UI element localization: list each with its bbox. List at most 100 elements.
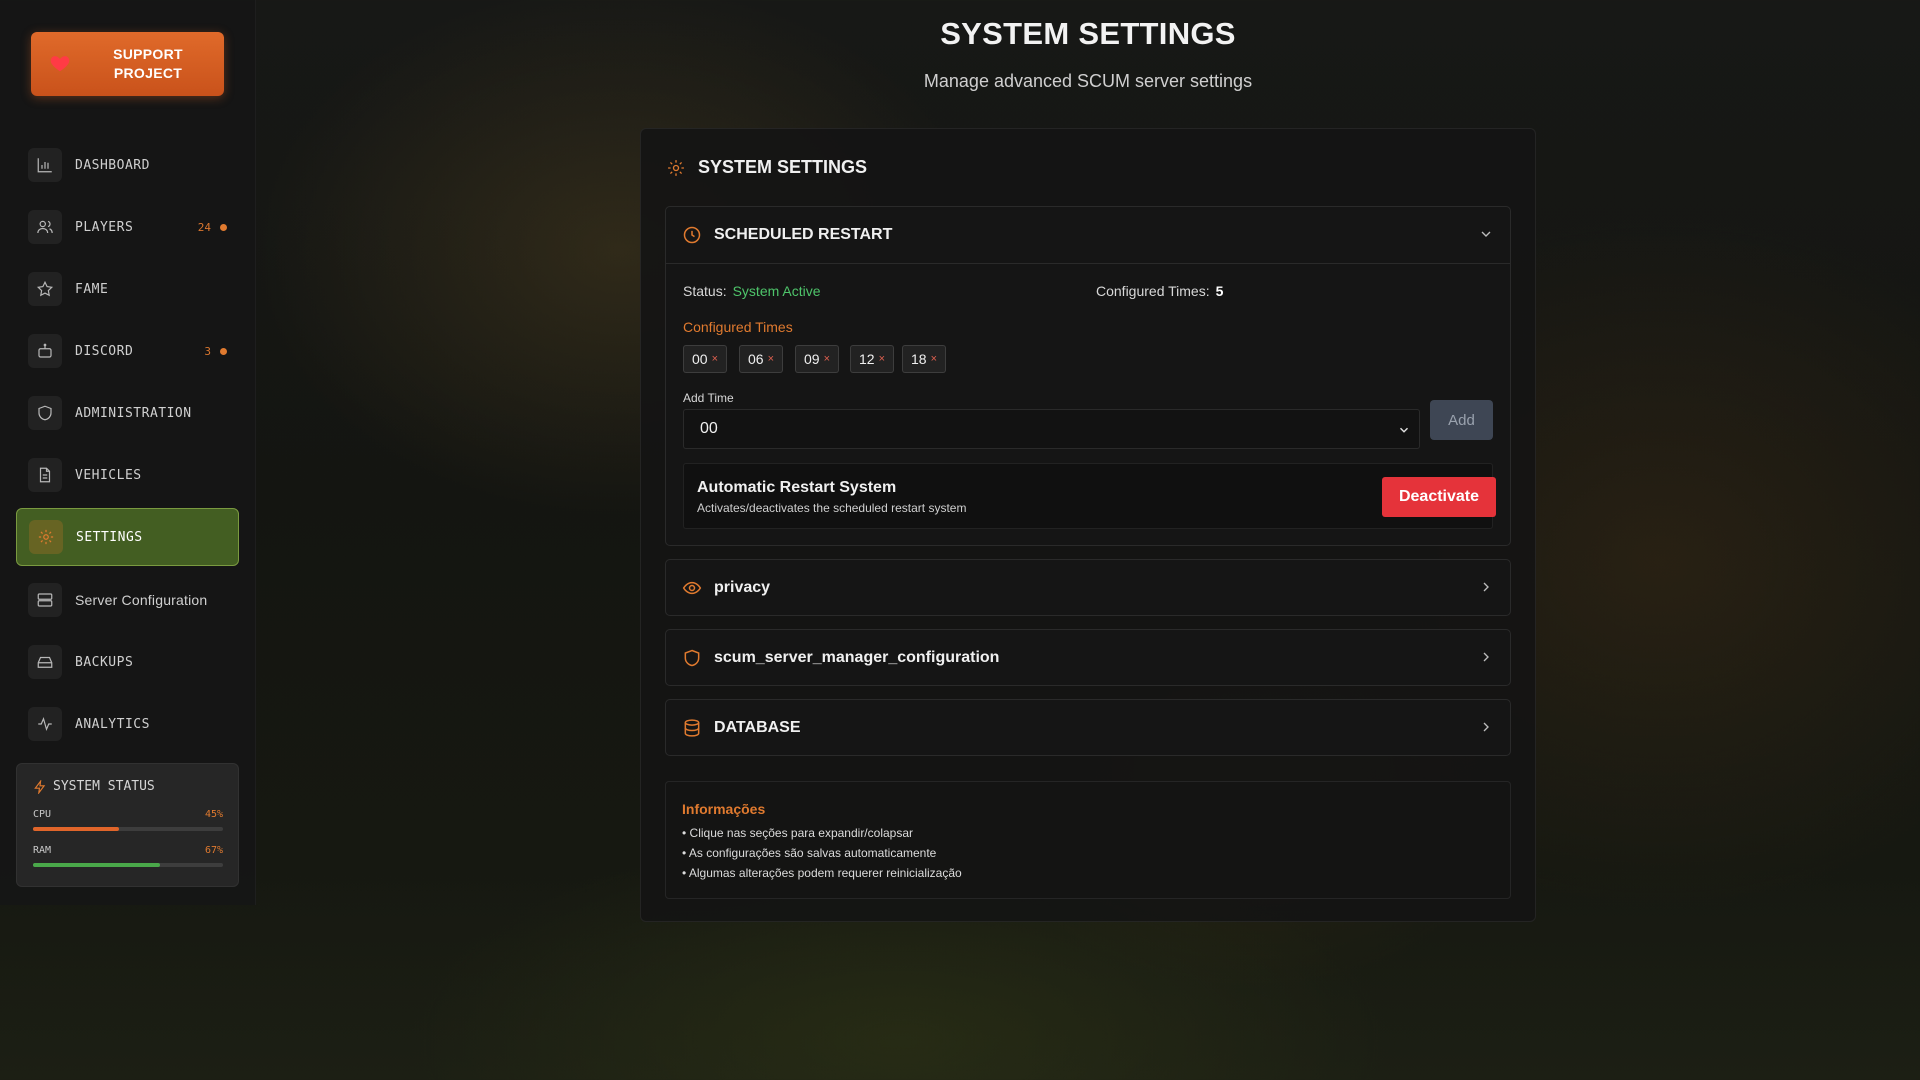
chevron-right-icon[interactable] <box>1478 649 1494 665</box>
sidebar: SUPPORT PROJECT DASHBOARD PLAYERS 24 FAM… <box>0 0 256 905</box>
sidebar-item-server-configuration[interactable]: Server Configuration <box>16 571 239 629</box>
database-title: DATABASE <box>714 719 801 736</box>
sidebar-item-analytics[interactable]: ANALYTICS <box>16 695 239 753</box>
server-manager-config-header[interactable]: scum_server_manager_configuration <box>666 630 1510 686</box>
ram-label: RAM <box>33 845 52 856</box>
cpu-value: 45% <box>204 809 223 820</box>
card-header: SYSTEM SETTINGS <box>666 157 867 178</box>
cpu-progress-fill <box>33 827 119 831</box>
gear-icon <box>668 159 684 176</box>
info-item: • Algumas alterações podem requerer rein… <box>682 866 962 880</box>
eye-icon <box>682 581 702 595</box>
chevron-right-icon[interactable] <box>1478 579 1494 595</box>
sidebar-item-label: ANALYTICS <box>75 716 150 732</box>
time-chip: 18 × <box>902 345 947 373</box>
automatic-restart-title: Automatic Restart System <box>697 479 897 496</box>
configured-times-label: Configured Times: <box>1096 283 1210 299</box>
system-status-panel: SYSTEM STATUS CPU 45% RAM 67% <box>16 763 239 887</box>
time-chip: 00 × <box>683 345 728 373</box>
notification-dot <box>220 223 227 231</box>
sidebar-item-backups[interactable]: BACKUPS <box>16 633 239 691</box>
time-chip: 09 × <box>795 345 840 373</box>
time-chip: 06 × <box>739 345 784 373</box>
card-title: SYSTEM SETTINGS <box>698 157 868 177</box>
time-chip-value: 09 <box>804 351 820 367</box>
sidebar-item-label: PLAYERS <box>75 219 134 235</box>
system-status-label: SYSTEM STATUS <box>53 779 155 794</box>
shield-icon <box>684 649 700 667</box>
add-time-label: Add Time <box>683 391 734 405</box>
system-settings-card: SYSTEM SETTINGS SCHEDULED RESTART Status… <box>640 128 1536 922</box>
sidebar-item-label: DISCORD <box>75 343 134 359</box>
lightning-icon <box>34 779 46 794</box>
database-header[interactable]: DATABASE <box>666 700 1510 756</box>
sidebar-item-dashboard[interactable]: DASHBOARD <box>16 136 239 194</box>
sidebar-item-discord[interactable]: DISCORD 3 <box>16 322 239 380</box>
sidebar-item-label: SETTINGS <box>76 529 143 545</box>
time-chip-value: 00 <box>692 351 708 367</box>
status-label: Status: <box>683 283 727 299</box>
sidebar-item-label: ADMINISTRATION <box>75 405 192 421</box>
bar-chart-icon <box>28 148 62 182</box>
players-count-badge: 24 <box>197 220 211 234</box>
clock-icon <box>683 226 701 244</box>
add-time-select[interactable]: 00 <box>683 409 1420 449</box>
info-box: Informações • Clique nas seções para exp… <box>665 781 1511 899</box>
info-item: • Clique nas seções para expandir/colaps… <box>682 826 913 840</box>
server-icon <box>28 583 62 617</box>
scheduled-restart-header[interactable]: SCHEDULED RESTART <box>666 207 1510 263</box>
shield-icon <box>28 396 62 430</box>
cpu-label: CPU <box>33 809 52 820</box>
info-item: • As configurações são salvas automatica… <box>682 846 937 860</box>
deactivate-button[interactable]: Deactivate <box>1382 477 1496 517</box>
remove-time-icon[interactable]: × <box>712 353 718 365</box>
system-status-title: SYSTEM STATUS <box>33 779 155 794</box>
time-chip-value: 12 <box>859 351 875 367</box>
privacy-title: privacy <box>714 579 771 596</box>
document-icon <box>28 458 62 492</box>
privacy-header[interactable]: privacy <box>666 560 1510 616</box>
chevron-down-icon <box>1399 427 1409 433</box>
page-title: SYSTEM SETTINGS <box>940 16 1236 51</box>
cpu-progress-track <box>33 827 223 831</box>
sidebar-item-vehicles[interactable]: VEHICLES <box>16 446 239 504</box>
gear-icon <box>29 520 63 554</box>
info-title: Informações <box>682 801 766 817</box>
ram-progress-track <box>33 863 223 867</box>
sidebar-item-label: Server Configuration <box>75 592 208 608</box>
sidebar-item-fame[interactable]: FAME <box>16 260 239 318</box>
chevron-down-icon[interactable] <box>1478 226 1494 242</box>
configured-times-heading: Configured Times <box>683 319 793 335</box>
server-manager-config-section: scum_server_manager_configuration <box>665 629 1511 686</box>
sidebar-item-label: VEHICLES <box>75 467 142 483</box>
remove-time-icon[interactable]: × <box>768 353 774 365</box>
time-chip: 12 × <box>850 345 895 373</box>
hard-drive-icon <box>28 645 62 679</box>
remove-time-icon[interactable]: × <box>824 353 830 365</box>
sidebar-item-label: DASHBOARD <box>75 157 150 173</box>
ram-metric: RAM 67% <box>33 845 223 867</box>
remove-time-icon[interactable]: × <box>879 353 885 365</box>
add-time-select-value: 00 <box>700 420 718 437</box>
automatic-restart-panel: Automatic Restart System Activates/deact… <box>683 463 1496 529</box>
time-chip-value: 18 <box>911 351 927 367</box>
sidebar-item-label: FAME <box>75 281 109 297</box>
sidebar-item-administration[interactable]: ADMINISTRATION <box>16 384 239 442</box>
database-section: DATABASE <box>665 699 1511 756</box>
remove-time-icon[interactable]: × <box>931 353 937 365</box>
cpu-metric: CPU 45% <box>33 809 223 831</box>
star-icon <box>28 272 62 306</box>
sidebar-item-players[interactable]: PLAYERS 24 <box>16 198 239 256</box>
scheduled-restart-section: SCHEDULED RESTART Status: System Active C… <box>665 206 1511 546</box>
time-chip-value: 06 <box>748 351 764 367</box>
add-time-button[interactable]: Add <box>1430 400 1493 440</box>
automatic-restart-description: Activates/deactivates the scheduled rest… <box>697 501 967 515</box>
notification-dot <box>220 347 227 355</box>
sidebar-item-label: BACKUPS <box>75 654 134 670</box>
status-row: Status: System Active <box>683 283 821 299</box>
status-value: System Active <box>732 283 821 299</box>
chevron-right-icon[interactable] <box>1478 719 1494 735</box>
ram-value: 67% <box>204 845 223 856</box>
sidebar-item-settings[interactable]: SETTINGS <box>16 508 239 566</box>
configured-times-row: Configured Times: 5 <box>1096 283 1223 299</box>
